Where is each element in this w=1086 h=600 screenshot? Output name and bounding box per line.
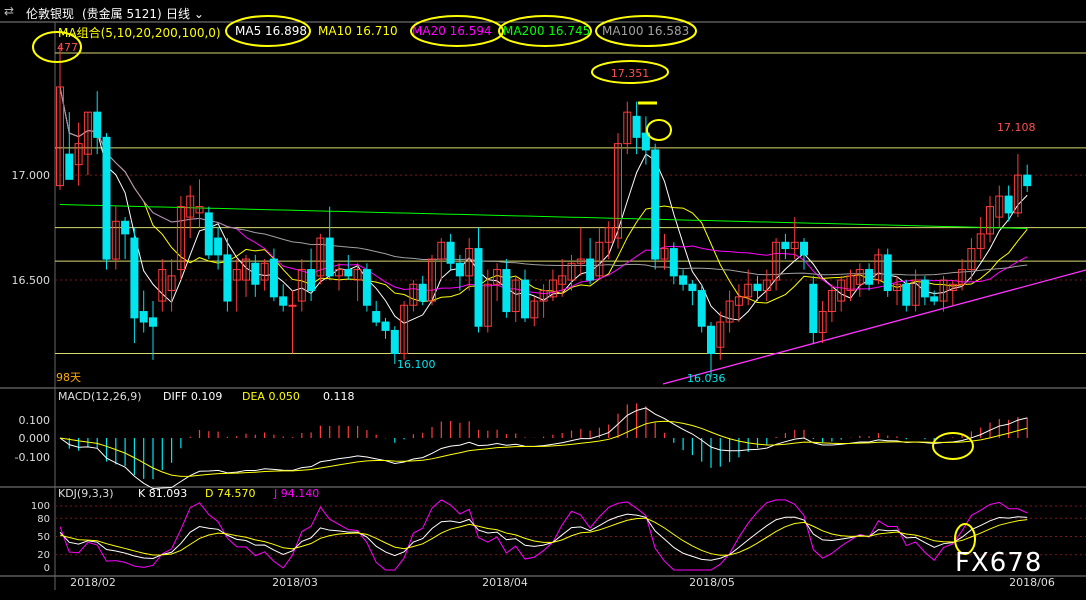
candle-body	[381, 321, 390, 331]
candle-body	[139, 311, 148, 323]
candle-body	[418, 283, 427, 302]
price-tick-label: 17.000	[12, 169, 51, 182]
annotation-ellipse	[498, 15, 592, 47]
candle-body	[474, 248, 483, 327]
macd-dea-label: DEA 0.050	[242, 390, 300, 403]
candle-body	[455, 262, 464, 277]
low-label: 16.036	[687, 372, 726, 385]
candle-body	[930, 296, 939, 302]
kdj-tick-label: 80	[37, 514, 50, 525]
candle-body	[279, 296, 288, 306]
macd-tick-label: 0.000	[19, 432, 51, 445]
peak-label: 17.351	[611, 67, 650, 80]
watermark: FX678	[955, 548, 1043, 578]
candle-body	[269, 258, 278, 298]
candle-body	[632, 115, 641, 138]
candle-body	[1023, 174, 1032, 187]
macd-diff-label: DIFF 0.109	[163, 390, 222, 403]
candle-body	[251, 262, 260, 285]
macd-tick-label: -0.100	[15, 451, 50, 464]
annotation-ellipse	[646, 119, 672, 141]
kdj-k-label: K 81.093	[138, 487, 187, 500]
kdj-d-line	[59, 517, 1028, 556]
annotation-ellipse	[410, 15, 504, 47]
candle-body	[688, 283, 697, 292]
date-tick-label: 2018/02	[70, 576, 116, 589]
candle-body	[372, 311, 381, 323]
trend-line	[662, 269, 1086, 385]
kdj-tick-label: 100	[31, 501, 50, 512]
candle-body	[697, 290, 706, 327]
candle-body	[121, 220, 130, 235]
low-label: 16.100	[397, 358, 436, 371]
candle-body	[149, 317, 157, 327]
candle-body	[307, 269, 316, 292]
price-tick-label: 16.500	[12, 274, 51, 287]
candle-body	[920, 279, 929, 298]
candle-body	[669, 248, 678, 277]
last-high-label: 17.108	[997, 121, 1036, 134]
kdj-d-label: D 74.570	[205, 487, 255, 500]
candle-body	[707, 325, 715, 355]
candle-body	[1004, 195, 1013, 214]
candle-body	[781, 241, 790, 250]
date-tick-label: 2018/03	[272, 576, 318, 589]
candle-body	[130, 237, 139, 319]
candle-body	[651, 149, 660, 260]
annotation-ellipse	[932, 432, 974, 460]
candle-body	[679, 275, 688, 285]
dea-line	[59, 420, 1028, 477]
candle-body	[223, 254, 232, 302]
candle-body	[93, 111, 102, 138]
candle-body	[809, 283, 818, 334]
candle-body	[362, 269, 371, 306]
candle-body	[883, 254, 892, 292]
days-label: 98天	[56, 371, 81, 384]
kdj-j-line	[59, 499, 1028, 571]
annotation-ellipse	[595, 15, 697, 47]
candle-body	[800, 241, 808, 256]
kdj-tick-label: 50	[37, 532, 50, 543]
candle-body	[502, 269, 511, 313]
candle-body	[325, 237, 334, 277]
kdj-title: KDJ(9,3,3)	[58, 487, 114, 500]
candlestick-chart[interactable]: 477 17.351 17.108 16.100 16.036 98天 17.000 16.5…	[0, 0, 1086, 600]
candle-body	[902, 283, 911, 306]
macd-tick-label: 0.100	[19, 414, 51, 427]
high-label: 477	[57, 41, 78, 54]
macd-value-label: 0.118	[323, 390, 355, 403]
diff-line	[59, 407, 1028, 490]
candle-body	[102, 136, 111, 260]
candle-body	[214, 237, 223, 256]
kdj-k-line	[59, 513, 1028, 561]
kdj-tick-label: 20	[37, 550, 50, 561]
candle-body	[204, 212, 213, 256]
macd-title: MACD(12,26,9)	[58, 390, 142, 403]
candle-body	[65, 153, 74, 180]
date-tick-label: 2018/05	[689, 576, 735, 589]
candle-body	[446, 241, 455, 264]
candle-body	[753, 283, 762, 292]
candle-body	[390, 329, 399, 355]
annotation-ellipse	[225, 15, 311, 47]
candle-body	[521, 279, 529, 319]
date-tick-label: 2018/04	[482, 576, 528, 589]
candle-body	[288, 304, 297, 307]
candle-body	[344, 269, 353, 277]
kdj-tick-label: 0	[44, 563, 50, 574]
candle-body	[865, 269, 874, 285]
candle-body	[586, 258, 595, 281]
kdj-j-label: J 94.140	[273, 487, 319, 500]
